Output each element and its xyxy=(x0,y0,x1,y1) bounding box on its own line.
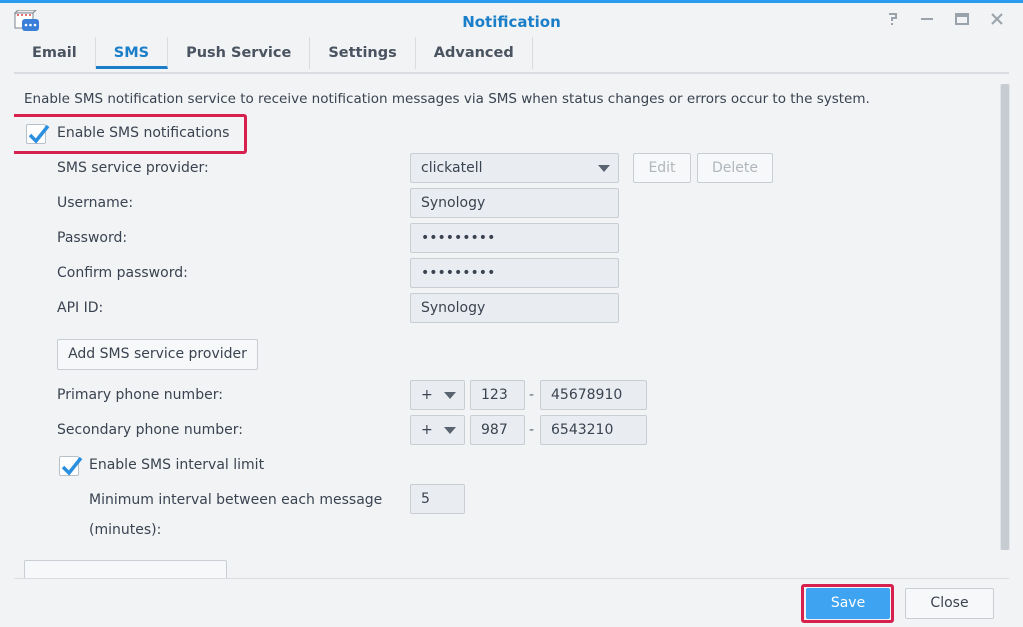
dropdown-arrow-icon xyxy=(444,427,456,434)
close-icon[interactable] xyxy=(987,11,1007,31)
confirm-password-label: Confirm password: xyxy=(57,265,188,281)
tab-sms[interactable]: SMS xyxy=(95,37,169,69)
window-title: Notification xyxy=(462,13,561,31)
sms-description: Enable SMS notification service to recei… xyxy=(24,91,870,107)
footer-divider xyxy=(14,578,1009,579)
send-test-sms-button-partial[interactable] xyxy=(24,560,227,578)
scrollbar-thumb[interactable] xyxy=(1001,84,1009,550)
interval-limit-label: Enable SMS interval limit xyxy=(89,457,265,473)
secondary-number-input[interactable]: 6543210 xyxy=(540,415,647,445)
primary-prefix-select[interactable]: + xyxy=(410,380,465,410)
username-input[interactable]: Synology xyxy=(410,188,619,218)
provider-value: clickatell xyxy=(421,160,483,176)
password-label: Password: xyxy=(57,230,128,246)
tab-bar: Email SMS Push Service Settings Advanced xyxy=(14,37,533,71)
min-interval-label-line2: (minutes): xyxy=(89,522,162,538)
enable-sms-checkbox[interactable] xyxy=(26,124,50,144)
secondary-prefix-select[interactable]: + xyxy=(410,415,465,445)
min-interval-input[interactable]: 5 xyxy=(410,484,465,514)
delete-button[interactable]: Delete xyxy=(697,153,773,183)
close-button[interactable]: Close xyxy=(905,588,994,619)
api-id-input[interactable]: Synology xyxy=(410,293,619,323)
checkmark-icon xyxy=(28,124,50,144)
add-provider-button[interactable]: Add SMS service provider xyxy=(57,339,258,370)
password-input[interactable]: ••••••••• xyxy=(410,223,619,253)
provider-select[interactable]: clickatell xyxy=(410,153,619,183)
min-interval-label-line1: Minimum interval between each message xyxy=(89,492,383,508)
tab-advanced[interactable]: Advanced xyxy=(416,37,533,69)
interval-limit-checkbox[interactable] xyxy=(59,456,83,476)
edit-button[interactable]: Edit xyxy=(633,153,691,183)
api-id-label: API ID: xyxy=(57,300,104,316)
primary-dash: - xyxy=(529,387,535,403)
primary-country-code-input[interactable]: 123 xyxy=(470,380,525,410)
minimize-icon[interactable] xyxy=(917,11,937,31)
username-label: Username: xyxy=(57,195,134,211)
maximize-icon[interactable] xyxy=(952,11,972,31)
title-bar: Notification xyxy=(0,3,1023,37)
sms-settings-panel: Enable SMS notification service to recei… xyxy=(14,78,1002,578)
confirm-password-input[interactable]: ••••••••• xyxy=(410,258,619,288)
primary-prefix-value: + xyxy=(421,387,433,403)
primary-number-input[interactable]: 45678910 xyxy=(540,380,647,410)
save-button[interactable]: Save xyxy=(806,588,890,619)
secondary-phone-label: Secondary phone number: xyxy=(57,422,243,438)
checkmark-icon xyxy=(61,456,83,476)
provider-label: SMS service provider: xyxy=(57,160,209,176)
tab-email[interactable]: Email xyxy=(14,37,96,69)
secondary-dash: - xyxy=(529,422,535,438)
help-icon[interactable] xyxy=(883,11,903,31)
enable-sms-label: Enable SMS notifications xyxy=(57,125,230,141)
secondary-country-code-input[interactable]: 987 xyxy=(470,415,525,445)
dropdown-arrow-icon xyxy=(444,392,456,399)
tab-push-service[interactable]: Push Service xyxy=(168,37,311,69)
primary-phone-label: Primary phone number: xyxy=(57,387,223,403)
tab-divider xyxy=(14,72,1009,74)
secondary-prefix-value: + xyxy=(421,422,433,438)
dropdown-arrow-icon xyxy=(598,165,610,172)
tab-settings[interactable]: Settings xyxy=(310,37,416,69)
